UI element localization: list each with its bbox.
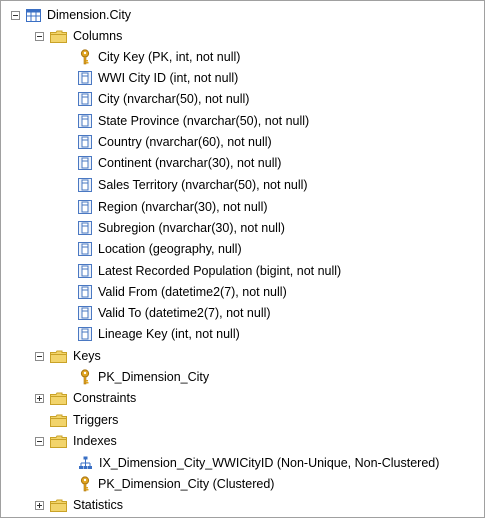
tree-node-keys-folder[interactable]: Keys (35, 346, 101, 366)
folder-label: Columns (73, 29, 123, 43)
tree-node-statistics-folder[interactable]: Statistics (35, 495, 123, 515)
folder-label: Statistics (73, 498, 124, 512)
key-icon (78, 476, 92, 492)
index-icon (78, 456, 93, 470)
collapse-toggle[interactable] (35, 351, 44, 361)
column-label: State Province (nvarchar(50), not null) (98, 114, 310, 128)
tree-node-index[interactable]: PK_Dimension_City (Clustered) (78, 474, 274, 494)
tree-node-key[interactable]: PK_Dimension_City (78, 367, 209, 387)
column-icon (78, 114, 92, 128)
tree-node-column[interactable]: Valid To (datetime2(7), not null) (78, 303, 271, 323)
tree-node-table[interactable]: Dimension.City (11, 5, 131, 25)
folder-icon (50, 350, 67, 363)
folder-label: Keys (73, 349, 101, 363)
column-icon (78, 156, 92, 170)
tree-node-columns-folder[interactable]: Columns (35, 26, 122, 46)
tree-node-column[interactable]: Country (nvarchar(60), not null) (78, 132, 272, 152)
folder-label: Indexes (73, 434, 117, 448)
column-icon (78, 92, 92, 106)
folder-label: Constraints (73, 391, 137, 405)
folder-icon (50, 435, 67, 448)
column-icon (78, 178, 92, 192)
tree-node-column[interactable]: Subregion (nvarchar(30), not null) (78, 218, 285, 238)
tree-node-index[interactable]: IX_Dimension_City_WWICityID (Non-Unique,… (78, 453, 439, 473)
column-icon (78, 221, 92, 235)
tree-node-column[interactable]: State Province (nvarchar(50), not null) (78, 111, 309, 131)
tree-node-column[interactable]: Latest Recorded Population (bigint, not … (78, 261, 341, 281)
column-icon (78, 200, 92, 214)
folder-label: Triggers (73, 413, 119, 427)
column-label: Sales Territory (nvarchar(50), not null) (98, 178, 308, 192)
column-label: Valid From (datetime2(7), not null) (98, 285, 287, 299)
column-label: Location (geography, null) (98, 242, 242, 256)
object-explorer-panel: Dimension.City Columns City Key (PK, int… (0, 0, 485, 518)
column-icon (78, 242, 92, 256)
key-icon (78, 49, 92, 65)
column-icon (78, 264, 92, 278)
index-label: IX_Dimension_City_WWICityID (Non-Unique,… (99, 456, 440, 470)
column-label: City (nvarchar(50), not null) (98, 92, 250, 106)
tree-node-column[interactable]: City (nvarchar(50), not null) (78, 89, 249, 109)
tree-node-column[interactable]: WWI City ID (int, not null) (78, 68, 238, 88)
folder-icon (50, 414, 67, 427)
folder-icon (50, 392, 67, 405)
tree-node-column[interactable]: Valid From (datetime2(7), not null) (78, 282, 287, 302)
column-label: Country (nvarchar(60), not null) (98, 135, 272, 149)
tree-node-column[interactable]: Region (nvarchar(30), not null) (78, 197, 268, 217)
expand-toggle[interactable] (35, 500, 44, 510)
column-label: City Key (PK, int, not null) (98, 50, 241, 64)
folder-icon (50, 30, 67, 43)
tree-node-constraints-folder[interactable]: Constraints (35, 388, 136, 408)
tree-node-triggers-folder[interactable]: Triggers (50, 410, 118, 430)
table-label: Dimension.City (47, 8, 132, 22)
column-label: Latest Recorded Population (bigint, not … (98, 264, 342, 278)
column-label: WWI City ID (int, not null) (98, 71, 239, 85)
tree-node-column[interactable]: Continent (nvarchar(30), not null) (78, 153, 281, 173)
tree-node-column[interactable]: Location (geography, null) (78, 239, 242, 259)
column-label: Continent (nvarchar(30), not null) (98, 156, 282, 170)
column-icon (78, 306, 92, 320)
collapse-toggle[interactable] (11, 10, 20, 20)
column-label: Valid To (datetime2(7), not null) (98, 306, 271, 320)
column-label: Region (nvarchar(30), not null) (98, 200, 268, 214)
column-icon (78, 327, 92, 341)
key-label: PK_Dimension_City (98, 370, 210, 384)
column-icon (78, 285, 92, 299)
tree-node-column[interactable]: City Key (PK, int, not null) (78, 47, 240, 67)
table-icon (26, 8, 41, 22)
folder-icon (50, 499, 67, 512)
collapse-toggle[interactable] (35, 436, 44, 446)
column-icon (78, 135, 92, 149)
column-icon (78, 71, 92, 85)
index-label: PK_Dimension_City (Clustered) (98, 477, 275, 491)
expand-toggle[interactable] (35, 393, 44, 403)
column-label: Subregion (nvarchar(30), not null) (98, 221, 285, 235)
tree-node-column[interactable]: Sales Territory (nvarchar(50), not null) (78, 175, 308, 195)
tree-node-indexes-folder[interactable]: Indexes (35, 431, 117, 451)
key-icon (78, 369, 92, 385)
tree-node-column[interactable]: Lineage Key (int, not null) (78, 324, 240, 344)
column-label: Lineage Key (int, not null) (98, 327, 240, 341)
collapse-toggle[interactable] (35, 31, 44, 41)
